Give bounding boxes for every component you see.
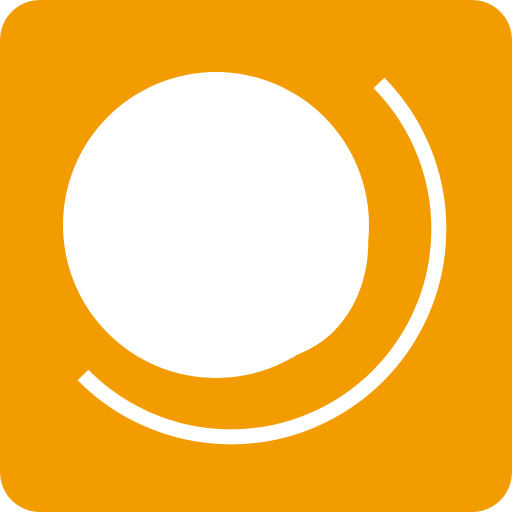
app-icon[interactable] — [0, 0, 512, 512]
app-icon-graphic — [0, 0, 512, 512]
